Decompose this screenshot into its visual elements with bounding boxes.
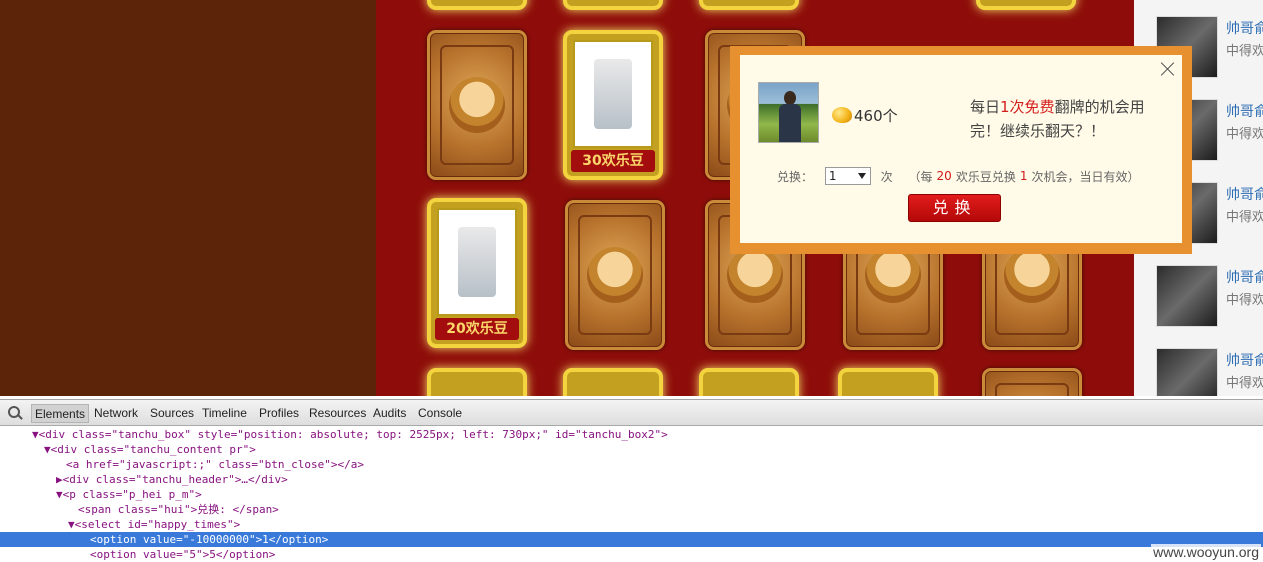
tab-sources[interactable]: Sources [147, 404, 197, 423]
bean-count: 460个 [854, 107, 898, 125]
unit-label: 次 [880, 169, 893, 184]
card-figure [727, 247, 783, 303]
exchange-button[interactable]: 兑换 [908, 194, 1001, 222]
dom-line[interactable]: ▼<select id="happy_times"> [0, 517, 1263, 532]
winner-desc: 中得欢 [1226, 44, 1263, 59]
left-background [0, 0, 376, 396]
rule-mid: 欢乐豆兑换 [955, 169, 1016, 184]
card-prize[interactable]: 20欢乐豆 [427, 198, 527, 348]
dom-line[interactable]: ▼<div class="tanchu_box" style="position… [0, 427, 1263, 442]
search-icon[interactable] [8, 406, 22, 420]
bean-icon [832, 107, 852, 123]
winner-desc: 中得欢 [1226, 127, 1263, 142]
devtools-toolbar: Elements Network Sources Timeline Profil… [0, 400, 1263, 426]
winner-desc: 中得欢 [1226, 293, 1263, 308]
exchange-popup: 460个 每日1次免费翻牌的机会用完！继续乐翻天？！ 兑换： 1 次 （每 20 欢… [730, 46, 1192, 254]
tab-elements[interactable]: Elements [31, 404, 90, 423]
dom-line-text: ▼<select id="happy_times"> [68, 518, 241, 531]
dom-line-text: <option value="5">5</option> [90, 548, 276, 561]
rule-close: 次机会，当日有效） [1031, 169, 1140, 184]
card-back[interactable] [565, 200, 665, 350]
winner-name[interactable]: 帅哥俞 [1226, 18, 1263, 38]
tab-audits[interactable]: Audits [370, 404, 409, 423]
rule-count: 1 [1019, 169, 1028, 183]
person-figure [779, 91, 801, 142]
card-ornament [995, 383, 1069, 396]
card-figure [449, 77, 505, 133]
card-prize[interactable] [563, 368, 663, 396]
page-area: 30欢乐豆 20欢乐豆 帅哥俞 中得欢 帅哥俞 中得欢 帅哥俞 中得欢 帅哥俞 … [0, 0, 1263, 396]
dom-line-text: ▼<div class="tanchu_content pr"> [44, 443, 256, 456]
card-back[interactable] [427, 30, 527, 180]
list-item: 帅哥俞 中得欢 [1134, 332, 1263, 396]
times-select-value: 1 [828, 169, 837, 183]
prize-image [437, 208, 517, 316]
card-prize[interactable] [427, 368, 527, 396]
winner-name[interactable]: 帅哥俞 [1226, 184, 1263, 204]
dom-line[interactable]: <option value="5">5</option> [0, 547, 1263, 562]
rule-cost: 20 [936, 169, 952, 183]
tab-profiles[interactable]: Profiles [256, 404, 302, 423]
tab-resources[interactable]: Resources [306, 404, 369, 423]
chance-message: 每日1次免费翻牌的机会用完！继续乐翻天？！ [970, 95, 1166, 143]
dom-line-selected[interactable]: <option value="-10000000">1</option> [0, 532, 1263, 547]
msg-prefix: 每日 [970, 98, 1001, 116]
prize-product [594, 59, 632, 129]
dom-line-text: <a href="javascript:;" class="btn_close"… [66, 458, 365, 471]
avatar [1156, 265, 1218, 327]
card-back[interactable] [982, 368, 1082, 396]
prize-label: 30欢乐豆 [571, 150, 655, 172]
card-prize[interactable] [563, 0, 663, 10]
card-prize[interactable]: 30欢乐豆 [563, 30, 663, 180]
dom-line-text: <span class="hui">兑换: </span> [78, 503, 279, 516]
devtools-panel: Elements Network Sources Timeline Profil… [0, 399, 1263, 562]
winner-name[interactable]: 帅哥俞 [1226, 101, 1263, 121]
dom-line-text: ▼<p class="p_hei p_m"> [56, 488, 202, 501]
list-item: 帅哥俞 中得欢 [1134, 249, 1263, 329]
tab-timeline[interactable]: Timeline [199, 404, 250, 423]
card-figure [865, 247, 921, 303]
dom-line[interactable]: ▼<p class="p_hei p_m"> [0, 487, 1263, 502]
card-prize[interactable] [699, 368, 799, 396]
msg-highlight: 1次免费 [1000, 98, 1055, 116]
exchange-label: 兑换： [777, 169, 814, 184]
prize-label: 20欢乐豆 [435, 318, 519, 340]
card-prize[interactable] [427, 0, 527, 10]
card-prize[interactable] [976, 0, 1076, 10]
card-figure [1004, 247, 1060, 303]
winner-desc: 中得欢 [1226, 210, 1263, 225]
winner-desc: 中得欢 [1226, 376, 1263, 391]
rule-open: （每 [908, 169, 933, 184]
dom-tree: ▼<div class="tanchu_box" style="position… [0, 427, 1263, 562]
card-figure [587, 247, 643, 303]
dom-line[interactable]: <span class="hui">兑换: </span> [0, 502, 1263, 517]
dom-line[interactable]: ▶<div class="tanchu_header">…</div> [0, 472, 1263, 487]
exchange-row: 兑换： 1 次 （每 20 欢乐豆兑换 1 次机会，当日有效） [777, 167, 1139, 185]
dom-line-text: <option value="-10000000">1</option> [90, 533, 329, 546]
avatar [1156, 348, 1218, 396]
winner-name[interactable]: 帅哥俞 [1226, 350, 1263, 370]
close-icon[interactable] [1158, 59, 1178, 79]
user-avatar [758, 82, 819, 143]
tab-console[interactable]: Console [415, 404, 465, 423]
dom-line[interactable]: ▼<div class="tanchu_content pr"> [0, 442, 1263, 457]
tab-network[interactable]: Network [91, 404, 141, 423]
card-prize[interactable] [838, 368, 938, 396]
dom-line[interactable]: <a href="javascript:;" class="btn_close"… [0, 457, 1263, 472]
prize-image [573, 40, 653, 148]
dom-line-text: ▼<div class="tanchu_box" style="position… [32, 428, 668, 441]
popup-content: 460个 每日1次免费翻牌的机会用完！继续乐翻天？！ 兑换： 1 次 （每 20 欢… [740, 55, 1182, 243]
times-select[interactable]: 1 [824, 167, 871, 185]
dom-line-text: ▶<div class="tanchu_header">…</div> [56, 473, 288, 486]
card-prize[interactable] [699, 0, 799, 10]
prize-product [458, 227, 496, 297]
chevron-down-icon [857, 173, 866, 179]
winner-name[interactable]: 帅哥俞 [1226, 267, 1263, 287]
watermark: www.wooyun.org [1151, 544, 1261, 560]
